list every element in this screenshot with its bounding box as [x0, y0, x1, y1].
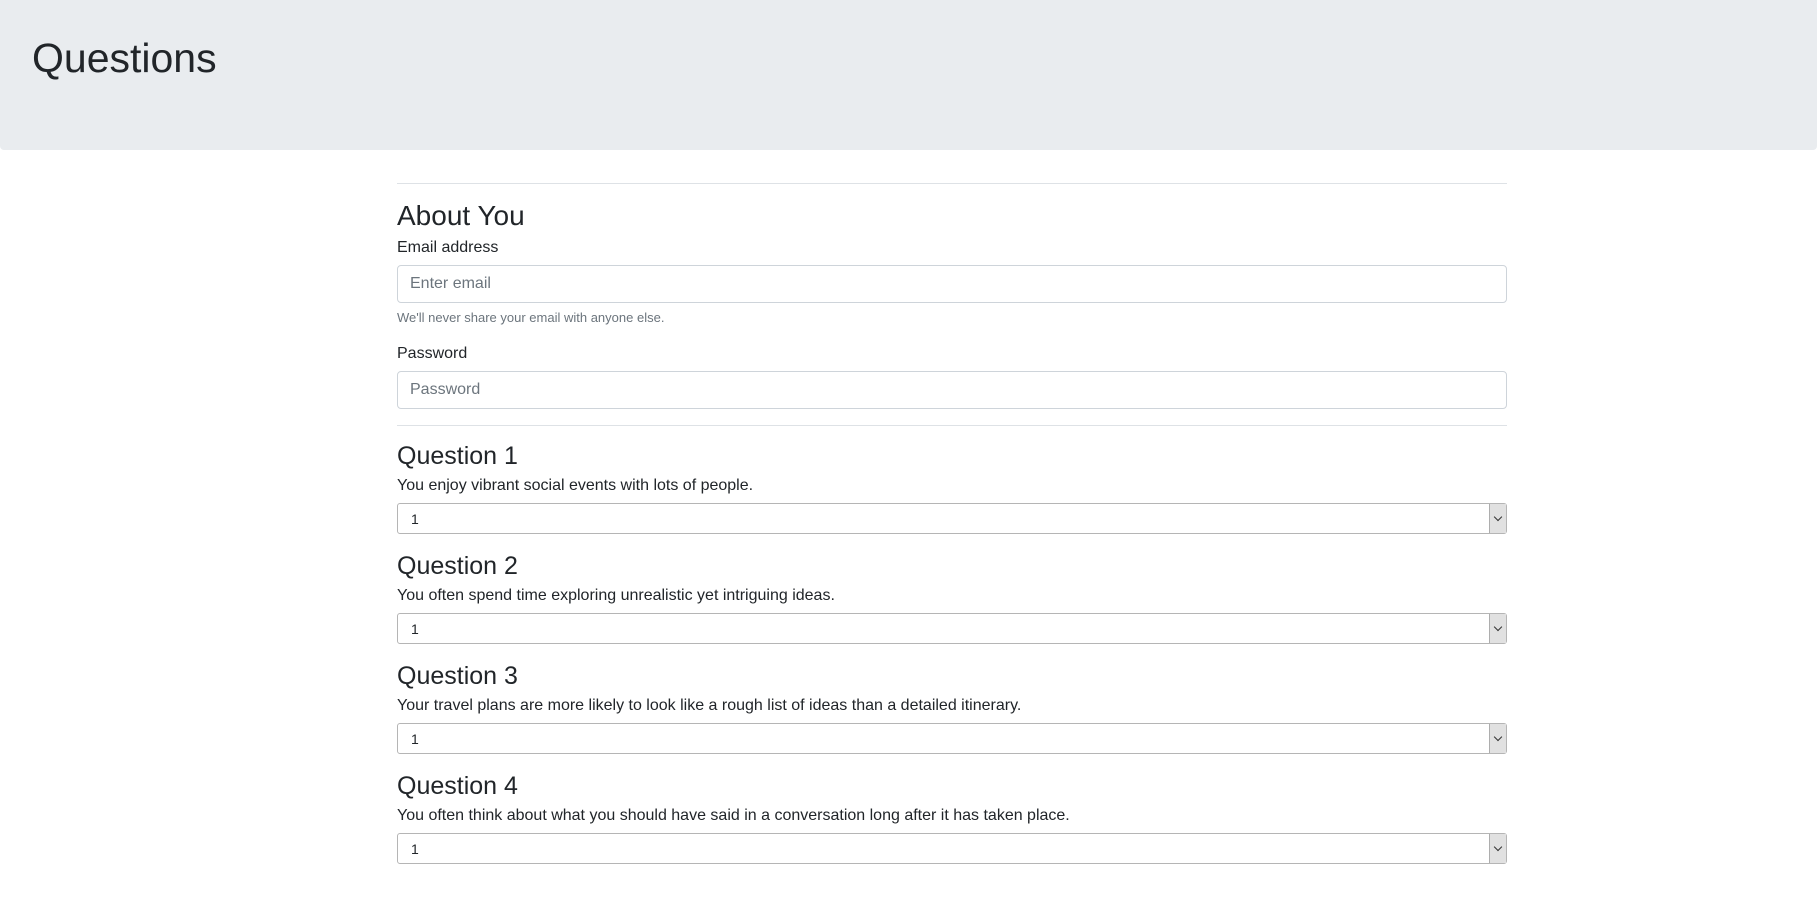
email-help-text: We'll never share your email with anyone… — [397, 310, 665, 325]
question-3-text: Your travel plans are more likely to loo… — [397, 697, 1022, 714]
question-2-title: Question 2 — [397, 552, 518, 580]
question-2-select[interactable]: 1 — [397, 613, 1507, 644]
about-you-heading: About You — [397, 200, 525, 231]
question-4-text: You often think about what you should ha… — [397, 807, 1070, 824]
question-1-selected-value: 1 — [411, 511, 419, 527]
chevron-down-icon[interactable] — [1489, 724, 1506, 753]
email-input[interactable] — [397, 265, 1507, 303]
question-1-text: You enjoy vibrant social events with lot… — [397, 477, 754, 494]
question-2-text: You often spend time exploring unrealist… — [397, 587, 835, 604]
password-input[interactable] — [397, 371, 1507, 409]
divider — [397, 425, 1507, 426]
question-4-select[interactable]: 1 — [397, 833, 1507, 864]
question-3-selected-value: 1 — [411, 731, 419, 747]
question-2-selected-value: 1 — [411, 621, 419, 637]
page-title: Questions — [32, 35, 217, 81]
chevron-down-icon[interactable] — [1489, 834, 1506, 863]
email-label: Email address — [397, 239, 499, 256]
questions-form: About You Email address We'll never shar… — [397, 183, 1507, 864]
question-1-select[interactable]: 1 — [397, 503, 1507, 534]
password-label: Password — [397, 345, 468, 362]
question-3-title: Question 3 — [397, 662, 518, 690]
question-4-title: Question 4 — [397, 772, 518, 800]
question-1-title: Question 1 — [397, 442, 518, 470]
question-3-select[interactable]: 1 — [397, 723, 1507, 754]
chevron-down-icon[interactable] — [1489, 614, 1506, 643]
page-header: Questions — [0, 0, 1817, 150]
chevron-down-icon[interactable] — [1489, 504, 1506, 533]
divider — [397, 183, 1507, 184]
question-4-selected-value: 1 — [411, 841, 419, 857]
